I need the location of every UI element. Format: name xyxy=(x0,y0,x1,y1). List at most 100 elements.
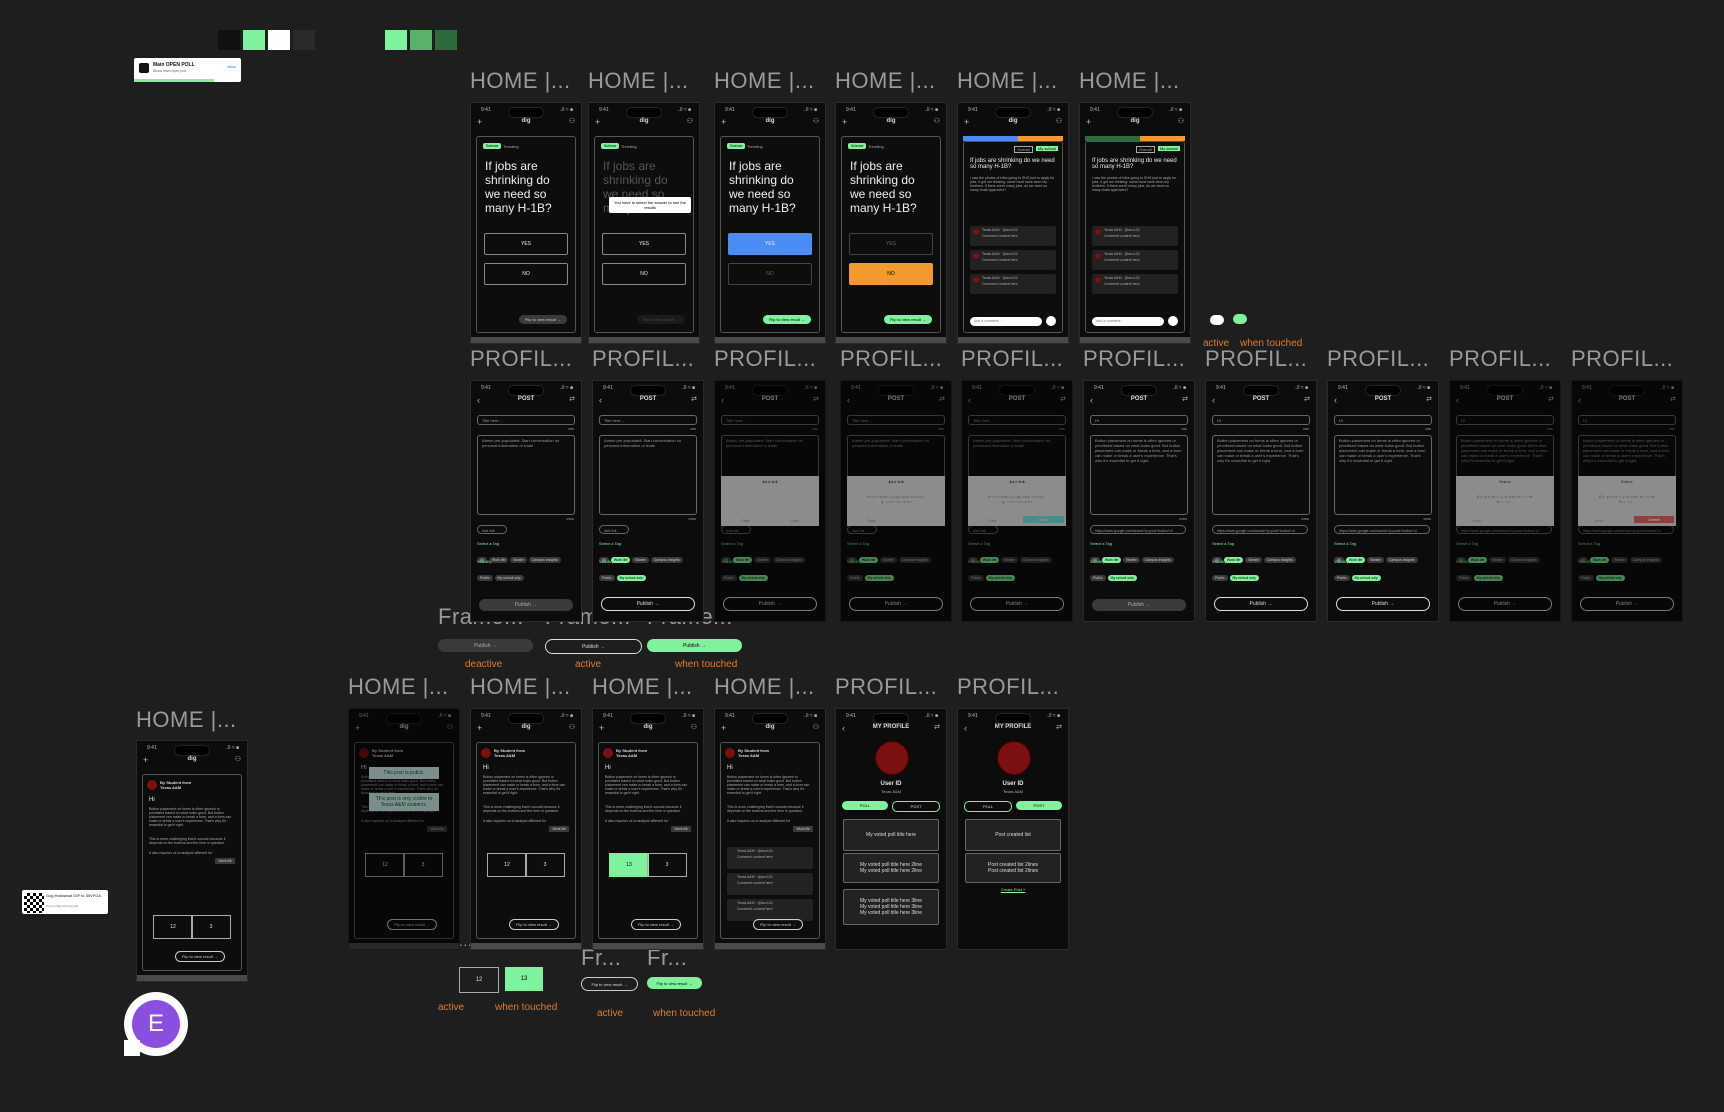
title-input[interactable]: Hi xyxy=(1212,415,1310,425)
plus-icon[interactable]: + xyxy=(355,723,360,733)
like-button[interactable]: 13 xyxy=(609,853,649,877)
delete-button[interactable]: Delete xyxy=(1528,518,1540,523)
publish-button[interactable]: Publish → xyxy=(1336,597,1430,611)
tag-pill[interactable]: Campus insights xyxy=(1629,557,1662,563)
body-input[interactable]: Admin pre-populated: Start conversation … xyxy=(599,435,697,515)
delete-dialog[interactable]: Delete Are you sure you want to delete th… xyxy=(1578,476,1676,526)
settings-icon[interactable]: ⇄ xyxy=(569,395,575,403)
title-input[interactable]: Title here... xyxy=(721,415,819,425)
tag-pill[interactable]: Banter xyxy=(1367,557,1384,563)
tag-pill[interactable]: Campus insights xyxy=(772,557,805,563)
publish-state-button[interactable]: Publish → xyxy=(438,639,533,652)
tag-pill[interactable]: Campus insights xyxy=(1141,557,1174,563)
flip-button[interactable]: Flip to view result → xyxy=(636,315,685,324)
add-link-dialog[interactable]: Add link Back Save xyxy=(721,476,819,526)
visibility-pill[interactable]: My school only xyxy=(864,575,894,581)
tag-pill[interactable]: Campus insights xyxy=(1019,557,1052,563)
add-link-dialog[interactable]: Add link https://www.google.com/search?q=… xyxy=(968,476,1066,526)
tag-pill[interactable]: Banter xyxy=(880,557,897,563)
no-option[interactable]: NO xyxy=(484,263,568,285)
comment-item[interactable]: Texas A&M · @anc102 Comment content here xyxy=(727,847,813,869)
plus-icon[interactable]: + xyxy=(599,723,604,733)
poll-card[interactable]: Science Trending If jobs are shrinking do … xyxy=(841,136,941,333)
plus-icon[interactable]: + xyxy=(721,723,726,733)
component-link[interactable]: Inbox xyxy=(227,65,236,69)
tag-pill[interactable]: Banter xyxy=(754,557,771,563)
publish-button[interactable]: Publish → xyxy=(1214,597,1308,611)
dialog-save[interactable]: Save xyxy=(916,518,925,523)
back-icon[interactable]: ‹ xyxy=(847,395,850,405)
settings-icon[interactable]: ⇄ xyxy=(1060,395,1066,403)
visibility-pill[interactable]: Public xyxy=(1578,575,1594,581)
user-icon[interactable]: ⚇ xyxy=(1178,117,1184,125)
comment-button[interactable]: 3 xyxy=(191,915,231,939)
user-icon[interactable]: ⚇ xyxy=(235,755,241,763)
title-input[interactable]: Hi xyxy=(1578,415,1676,425)
profile-list-item[interactable]: My voted poll title here 2line My voted … xyxy=(843,853,939,883)
tag-pill[interactable]: Campus insights xyxy=(650,557,683,563)
comment-item[interactable]: Texas A&M · @anc102 Comment content here xyxy=(1092,250,1178,270)
profile-list-item[interactable]: My voted poll title here 3line My voted … xyxy=(843,889,939,925)
comment-item[interactable]: Texas A&M · @anc102 Comment content here xyxy=(727,899,813,921)
user-icon[interactable]: ⚇ xyxy=(813,117,819,125)
cancel-button[interactable]: Cancel xyxy=(1470,518,1482,523)
publish-button[interactable]: Publish → xyxy=(723,597,817,611)
cancel-button[interactable]: Cancel xyxy=(1592,518,1604,523)
tag-pill[interactable]: Campus insights xyxy=(898,557,931,563)
dialog-save[interactable]: Save xyxy=(1022,516,1064,523)
plus-icon[interactable]: + xyxy=(143,755,148,765)
no-option[interactable]: NO xyxy=(728,263,812,285)
worklife-tag[interactable]: Work life xyxy=(793,826,813,832)
tag-pill[interactable]: Work life xyxy=(1467,557,1488,563)
comment-button[interactable]: 3 xyxy=(403,853,443,877)
back-icon[interactable]: ‹ xyxy=(1090,395,1093,405)
visibility-pill[interactable]: Public xyxy=(599,575,615,581)
flip-button[interactable]: Flip to view result → xyxy=(752,919,803,930)
title-input[interactable]: Title here... xyxy=(477,415,575,425)
body-input[interactable]: Button placement on forms is often ignor… xyxy=(1212,435,1310,515)
settings-icon[interactable]: ⇄ xyxy=(1548,395,1554,403)
tag-pill[interactable]: Campus insights xyxy=(1507,557,1540,563)
profile-list-item[interactable]: Post created list xyxy=(965,819,1061,851)
settings-icon[interactable]: ⇄ xyxy=(1056,723,1062,731)
profile-list-item[interactable]: My voted poll title here xyxy=(843,819,939,851)
settings-icon[interactable]: ⇄ xyxy=(813,395,819,403)
back-icon[interactable]: ‹ xyxy=(968,395,971,405)
visibility-pill[interactable]: My school only xyxy=(1473,575,1503,581)
back-icon[interactable]: ‹ xyxy=(1456,395,1459,405)
dialog-save[interactable]: Save xyxy=(790,518,799,523)
toggle-active[interactable] xyxy=(1210,315,1224,325)
user-icon[interactable]: ⚇ xyxy=(569,117,575,125)
flip-state-active[interactable]: Flip to view result → xyxy=(581,977,638,991)
component-gif[interactable]: Gog Hollowout GIF to 30VFGA Prop to flag… xyxy=(22,890,108,914)
tag-pill[interactable]: Banter xyxy=(510,557,527,563)
tag-pill[interactable]: Banter xyxy=(632,557,649,563)
link-input[interactable]: https://www.google.com/search?q=post+but… xyxy=(1090,525,1186,534)
no-option[interactable]: NO xyxy=(602,263,686,285)
visibility-pill[interactable]: Public xyxy=(1212,575,1228,581)
like-state-active[interactable]: 12 xyxy=(459,967,499,993)
delete-dialog[interactable]: Delete Are you sure you want to delete th… xyxy=(1456,476,1554,526)
flip-state-touched[interactable]: Flip to view result → xyxy=(647,977,702,989)
tag-pill[interactable]: Campus insights xyxy=(528,557,561,563)
link-input[interactable]: https://www.google.com/search?q=post+but… xyxy=(1578,525,1674,534)
plus-icon[interactable]: + xyxy=(842,117,847,127)
add-comment-input[interactable]: Add a comment... xyxy=(970,317,1042,326)
link-input[interactable]: Add link xyxy=(847,525,877,534)
visibility-pill[interactable]: My school only xyxy=(1351,575,1381,581)
flip-button[interactable]: Flip to view result → xyxy=(762,315,811,324)
comment-item[interactable]: Texas A&M · @anc102 Comment content here xyxy=(970,250,1056,270)
visibility-pill[interactable]: Public xyxy=(721,575,737,581)
profile-list-item[interactable]: Post created list 2lines Post created li… xyxy=(965,853,1061,883)
title-input[interactable]: Hi xyxy=(1456,415,1554,425)
tag-pill[interactable]: Work life xyxy=(488,557,509,563)
back-icon[interactable]: ‹ xyxy=(842,723,845,733)
tag-pill[interactable]: Campus insights xyxy=(1385,557,1418,563)
plus-icon[interactable]: + xyxy=(595,117,600,127)
visibility-pill[interactable]: My school only xyxy=(738,575,768,581)
title-input[interactable]: Title here... xyxy=(599,415,697,425)
link-input[interactable]: Add link xyxy=(721,525,751,534)
comment-item[interactable]: Texas A&M · @anc102 Comment content here xyxy=(1092,274,1178,294)
back-icon[interactable]: ‹ xyxy=(1212,395,1215,405)
settings-icon[interactable]: ⇄ xyxy=(1670,395,1676,403)
